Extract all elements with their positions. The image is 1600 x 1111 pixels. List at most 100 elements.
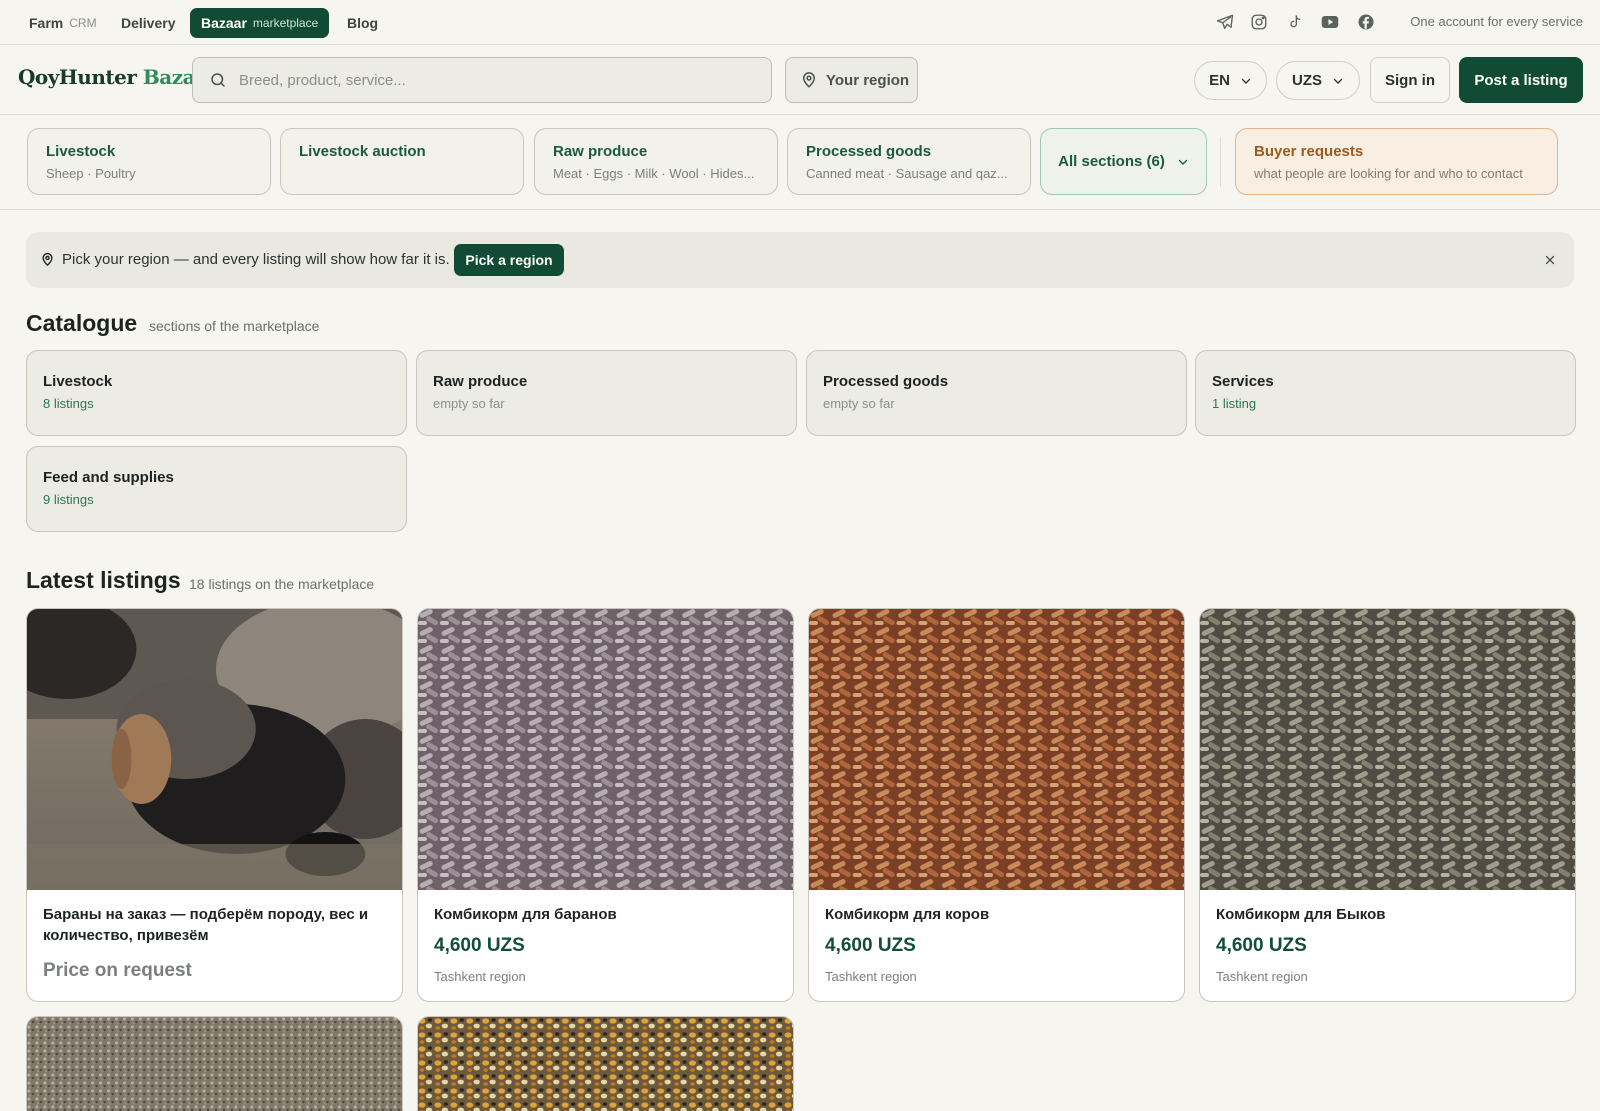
catalogue-card-count: 1 listing bbox=[1212, 396, 1257, 411]
language-value: EN bbox=[1209, 72, 1230, 89]
listing-photo-bran bbox=[27, 1017, 402, 1111]
buyer-requests-subtitle: what people are looking for and who to c… bbox=[1254, 166, 1523, 181]
service-switcher-bar: Farm CRM Delivery Bazaar marketplace Blo… bbox=[0, 0, 1600, 45]
listing-title: Комбикорм для коров bbox=[825, 906, 990, 923]
currency-value: UZS bbox=[1292, 72, 1322, 89]
listing-title: Комбикорм для Быков bbox=[1216, 906, 1386, 923]
topnav-label: Delivery bbox=[121, 15, 176, 31]
region-banner: Pick your region — and every listing wil… bbox=[26, 232, 1574, 288]
category-title: Livestock bbox=[46, 143, 116, 160]
topnav-label: Bazaar bbox=[201, 15, 247, 31]
instagram-icon[interactable] bbox=[1248, 11, 1270, 33]
close-icon[interactable] bbox=[1540, 250, 1560, 270]
chevron-down-icon bbox=[1177, 156, 1189, 168]
topnav-blog[interactable]: Blog bbox=[347, 8, 378, 38]
topnav-delivery[interactable]: Delivery bbox=[121, 8, 175, 38]
catalogue-subtitle: sections of the marketplace bbox=[149, 318, 320, 334]
listing-card[interactable] bbox=[26, 1016, 403, 1111]
catalogue-card-count: empty so far bbox=[823, 396, 895, 411]
latest-listings-subtitle: 18 listings on the marketplace bbox=[189, 576, 375, 592]
listing-card[interactable]: Комбикорм для баранов 4,600 UZS Tashkent… bbox=[417, 608, 794, 1002]
chevron-down-icon bbox=[1240, 75, 1252, 87]
catalogue-card-feed-supplies[interactable]: Feed and supplies 9 listings bbox=[26, 446, 407, 532]
category-subtitle: Canned meat · Sausage and qaz... bbox=[806, 166, 1008, 181]
category-livestock[interactable]: Livestock Sheep · Poultry bbox=[27, 128, 271, 195]
catalogue-card-services[interactable]: Services 1 listing bbox=[1195, 350, 1576, 436]
catalogue-card-title: Services bbox=[1212, 373, 1274, 390]
language-select[interactable]: EN bbox=[1194, 61, 1267, 100]
topnav-farm-crm[interactable]: Farm CRM bbox=[29, 8, 97, 38]
catalogue-card-count: 8 listings bbox=[43, 396, 94, 411]
topnav-label: Blog bbox=[347, 15, 379, 31]
catalogue-card-title: Livestock bbox=[43, 373, 113, 390]
logo-text: QoyHunter bbox=[18, 65, 137, 89]
listing-card[interactable]: Бараны на заказ — подберём породу, вес и… bbox=[26, 608, 403, 1002]
topnav-sublabel: CRM bbox=[69, 16, 97, 30]
catalogue-card-count: 9 listings bbox=[43, 492, 94, 507]
topnav-label: Farm bbox=[29, 15, 64, 31]
chevron-down-icon bbox=[1332, 75, 1344, 87]
catalogue-card-livestock[interactable]: Livestock 8 listings bbox=[26, 350, 407, 436]
category-processed-goods[interactable]: Processed goods Canned meat · Sausage an… bbox=[787, 128, 1031, 195]
catalogue-card-raw-produce[interactable]: Raw produce empty so far bbox=[416, 350, 797, 436]
listing-price: Price on request bbox=[43, 960, 192, 981]
divider bbox=[1220, 137, 1221, 187]
listing-card[interactable]: Комбикорм для коров 4,600 UZS Tashkent r… bbox=[808, 608, 1185, 1002]
map-pin-icon bbox=[800, 71, 818, 89]
listing-photo-feed-pellets bbox=[809, 609, 1184, 890]
catalogue-heading: Catalogue bbox=[26, 310, 138, 336]
search-input[interactable] bbox=[239, 71, 739, 89]
region-banner-message: Pick your region — and every listing wil… bbox=[62, 251, 450, 268]
listing-photo-grain-mix bbox=[418, 1017, 793, 1111]
post-listing-button[interactable]: Post a listing bbox=[1459, 57, 1583, 103]
catalogue-card-processed-goods[interactable]: Processed goods empty so far bbox=[806, 350, 1187, 436]
listing-price: 4,600 UZS bbox=[1216, 935, 1307, 956]
topnav-bazaar[interactable]: Bazaar marketplace bbox=[190, 8, 330, 38]
buyer-requests-card[interactable]: Buyer requests what people are looking f… bbox=[1235, 128, 1558, 195]
listing-title: Комбикорм для баранов bbox=[434, 906, 617, 923]
listing-price: 4,600 UZS bbox=[434, 935, 525, 956]
region-label: Your region bbox=[826, 71, 910, 89]
sign-in-button[interactable]: Sign in bbox=[1370, 57, 1450, 103]
youtube-icon[interactable] bbox=[1319, 11, 1341, 33]
latest-listings-heading: Latest listings bbox=[26, 567, 181, 593]
pick-region-button[interactable]: Pick a region bbox=[454, 244, 564, 276]
topnav-sublabel: marketplace bbox=[252, 16, 319, 30]
tagline: One account for every service bbox=[1410, 14, 1583, 29]
listing-location: Tashkent region bbox=[1216, 969, 1308, 984]
site-logo[interactable]: QoyHunter Bazar bbox=[18, 65, 206, 89]
listing-price: 4,600 UZS bbox=[825, 935, 916, 956]
catalogue-card-title: Raw produce bbox=[433, 373, 528, 390]
all-sections-button[interactable]: All sections (6) bbox=[1040, 128, 1207, 195]
catalogue-card-title: Feed and supplies bbox=[43, 469, 174, 486]
telegram-icon[interactable] bbox=[1214, 11, 1236, 33]
catalogue-card-title: Processed goods bbox=[823, 373, 949, 390]
map-pin-icon bbox=[40, 252, 55, 267]
listing-photo-sheep bbox=[27, 609, 402, 890]
listing-location: Tashkent region bbox=[825, 969, 917, 984]
category-title: Raw produce bbox=[553, 143, 648, 160]
category-raw-produce[interactable]: Raw produce Meat · Eggs · Milk · Wool · … bbox=[534, 128, 778, 195]
listing-title: Бараны на заказ — подберём породу, вес и… bbox=[43, 906, 369, 944]
search-icon bbox=[209, 71, 227, 89]
tiktok-icon[interactable] bbox=[1284, 11, 1306, 33]
listing-photo-feed-pellets bbox=[1200, 609, 1575, 890]
buyer-requests-title: Buyer requests bbox=[1254, 143, 1364, 160]
category-subtitle: Sheep · Poultry bbox=[46, 166, 136, 181]
search-box[interactable] bbox=[192, 57, 772, 103]
listing-card[interactable] bbox=[417, 1016, 794, 1111]
listing-location: Tashkent region bbox=[434, 969, 526, 984]
category-bar: Livestock Sheep · Poultry Livestock auct… bbox=[0, 115, 1600, 210]
category-subtitle: Meat · Eggs · Milk · Wool · Hides... bbox=[553, 166, 755, 181]
region-selector[interactable]: Your region bbox=[785, 57, 918, 103]
currency-select[interactable]: UZS bbox=[1276, 61, 1360, 100]
main-header: QoyHunter Bazar Your region EN UZS Sign … bbox=[0, 45, 1600, 115]
category-livestock-auction[interactable]: Livestock auction bbox=[280, 128, 524, 195]
facebook-icon[interactable] bbox=[1355, 11, 1377, 33]
catalogue-card-count: empty so far bbox=[433, 396, 505, 411]
all-sections-label: All sections (6) bbox=[1058, 153, 1165, 170]
category-title: Livestock auction bbox=[299, 143, 426, 160]
listing-photo-feed-pellets bbox=[418, 609, 793, 890]
listing-card[interactable]: Комбикорм для Быков 4,600 UZS Tashkent r… bbox=[1199, 608, 1576, 1002]
category-title: Processed goods bbox=[806, 143, 932, 160]
